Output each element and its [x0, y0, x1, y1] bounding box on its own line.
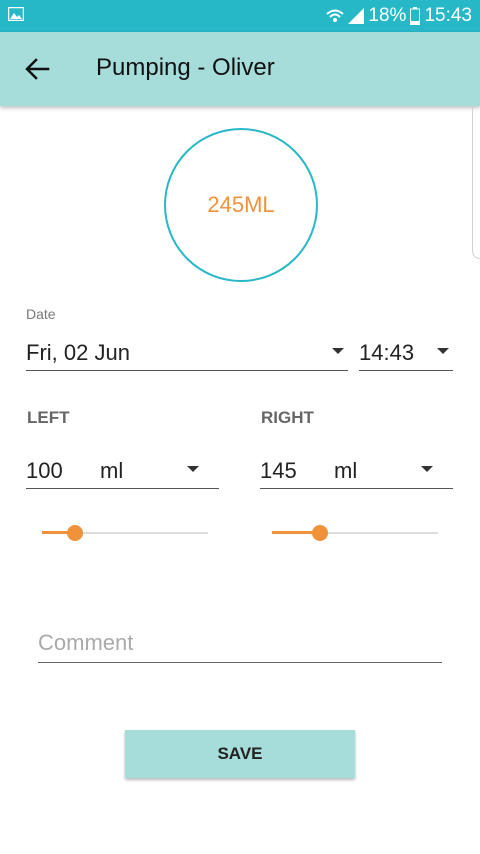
- time-dropdown[interactable]: 14:43: [359, 336, 453, 371]
- status-bar: 18% 15:43: [0, 0, 480, 32]
- left-amount-value: 100: [26, 458, 63, 483]
- slider-thumb[interactable]: [312, 525, 329, 541]
- left-amount-dropdown[interactable]: 100 ml: [26, 454, 219, 489]
- status-time: 15:43: [424, 5, 472, 26]
- slider-thumb[interactable]: [67, 525, 84, 541]
- chevron-down-icon: [421, 466, 433, 472]
- comment-field-container: [38, 630, 442, 663]
- right-amount-value: 145: [260, 458, 297, 483]
- signal-icon: [348, 8, 365, 24]
- left-unit: ml: [100, 458, 124, 483]
- arrow-left-icon[interactable]: [22, 54, 52, 84]
- time-value: 14:43: [359, 340, 415, 365]
- comment-input[interactable]: [38, 630, 442, 656]
- wifi-icon: [326, 9, 345, 22]
- right-unit: ml: [334, 458, 358, 483]
- total-volume-label: 245ML: [207, 192, 275, 217]
- battery-icon: [410, 7, 421, 25]
- page-title: Pumping - Oliver: [96, 54, 275, 81]
- chevron-down-icon: [437, 348, 449, 354]
- left-slider[interactable]: [42, 523, 208, 543]
- date-value: Fri, 02 Jun: [26, 340, 130, 365]
- right-amount-dropdown[interactable]: 145 ml: [260, 454, 453, 489]
- right-slider[interactable]: [272, 523, 438, 543]
- chevron-down-icon: [332, 348, 344, 354]
- left-label: LEFT: [27, 408, 70, 427]
- app-bar: Pumping - Oliver: [0, 32, 480, 106]
- total-volume-circle: 245ML: [164, 128, 318, 282]
- right-label: RIGHT: [261, 408, 314, 427]
- save-button[interactable]: SAVE: [125, 730, 355, 778]
- date-label: Date: [26, 306, 56, 322]
- chevron-down-icon: [187, 466, 199, 472]
- battery-percent: 18%: [368, 5, 407, 26]
- gallery-icon: [8, 7, 24, 21]
- scroll-indicator: [472, 106, 480, 259]
- date-dropdown[interactable]: Fri, 02 Jun: [26, 336, 348, 371]
